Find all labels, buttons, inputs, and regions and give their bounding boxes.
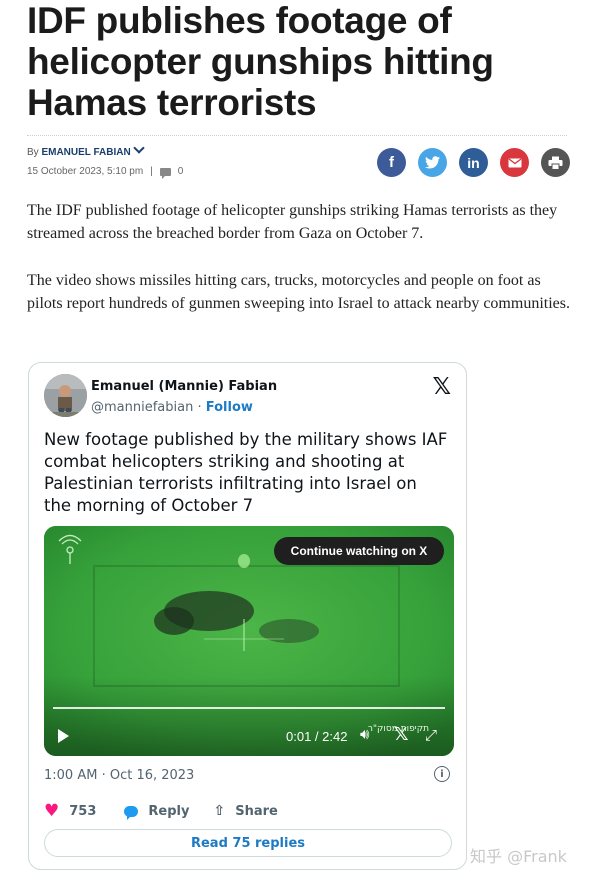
byline-prefix: By (27, 147, 42, 158)
header-divider (27, 135, 567, 136)
article-headline: IDF publishes footage of helicopter guns… (27, 0, 494, 123)
like-count[interactable]: 753 (69, 804, 96, 819)
watermark: 知乎 @Frank (470, 847, 567, 866)
facebook-icon[interactable]: f (377, 148, 406, 177)
linkedin-icon[interactable]: in (459, 148, 488, 177)
print-icon[interactable] (541, 148, 570, 177)
video-time: 0:01 / 2:42 (286, 729, 348, 744)
volume-icon[interactable]: 🔊︎ (360, 725, 369, 743)
tweet-handle-line: @manniefabian · Follow (91, 400, 253, 415)
heart-icon[interactable]: ♥ (44, 801, 59, 821)
reply-button[interactable]: Reply (148, 804, 189, 819)
share-bar: f in (377, 148, 570, 177)
video-player[interactable]: תקיפות מסוק"ר Continue watching on X 0:0… (44, 526, 454, 756)
follow-link[interactable]: Follow (206, 400, 253, 415)
author-link[interactable]: EMANUEL FABIAN (41, 147, 130, 158)
twitter-icon[interactable] (418, 148, 447, 177)
fullscreen-icon[interactable]: ⤢ (425, 726, 437, 744)
read-replies-button[interactable]: Read 75 replies (44, 829, 452, 857)
tweet-timestamp[interactable]: 1:00 AM · Oct 16, 2023 (44, 768, 194, 783)
x-logo-icon[interactable]: 𝕏 (432, 374, 451, 400)
share-button[interactable]: Share (235, 804, 278, 819)
email-icon[interactable] (500, 148, 529, 177)
chevron-down-icon[interactable] (133, 142, 145, 154)
handle-separator: · (193, 400, 206, 415)
tweet-author-name[interactable]: Emanuel (Mannie) Fabian (91, 379, 277, 394)
comments-count[interactable]: 0 (178, 166, 184, 177)
publish-date: 15 October 2023, 5:10 pm (27, 166, 144, 177)
byline: By EMANUEL FABIAN (27, 142, 145, 158)
continue-watching-button[interactable]: Continue watching on X (274, 537, 444, 565)
tweet-actions: ♥ 753 Reply ⇧ Share (44, 801, 278, 821)
tweet-handle[interactable]: @manniefabian (91, 400, 193, 415)
info-icon[interactable]: i (434, 766, 450, 782)
video-scrubber[interactable] (53, 707, 445, 709)
tweet-text: New footage published by the military sh… (44, 430, 448, 515)
x-watch-icon[interactable]: 𝕏 (394, 724, 409, 745)
play-icon[interactable] (58, 729, 69, 743)
article-paragraph-1: The IDF published footage of helicopter … (27, 202, 558, 242)
article-paragraph-2: The video shows missiles hitting cars, t… (27, 272, 570, 312)
embedded-tweet[interactable]: Emanuel (Mannie) Fabian @manniefabian · … (28, 362, 467, 870)
reply-icon[interactable] (124, 805, 139, 820)
avatar[interactable] (44, 374, 87, 417)
share-icon[interactable]: ⇧ (213, 803, 225, 819)
article-meta: 15 October 2023, 5:10 pm | 0 (27, 166, 184, 179)
meta-separator: | (150, 166, 153, 177)
comment-icon[interactable] (159, 167, 171, 179)
